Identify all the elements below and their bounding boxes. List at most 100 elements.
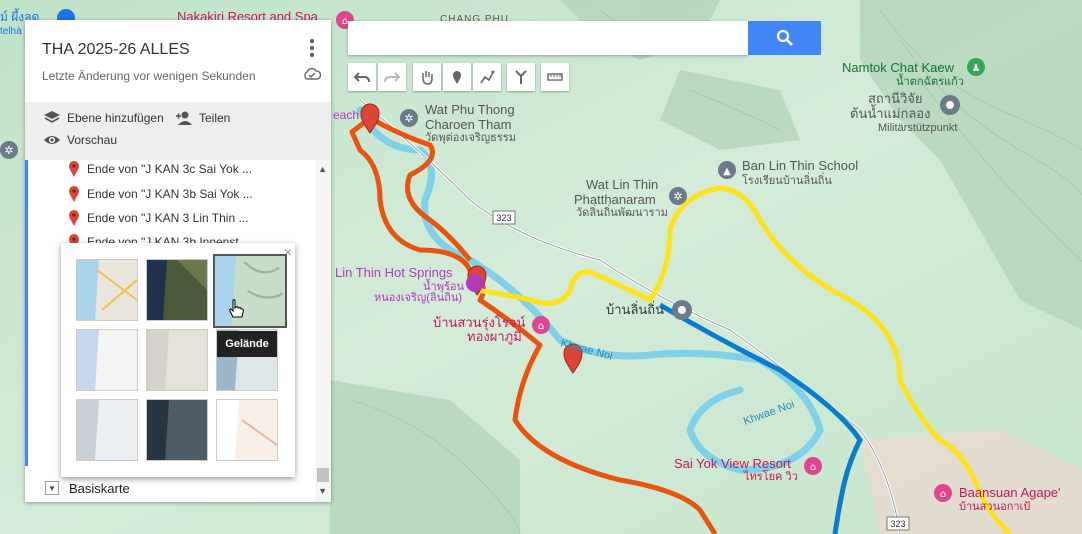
hand-pointer-icon [229, 299, 244, 318]
basemap-option-map[interactable] [76, 259, 138, 321]
redo-button[interactable] [378, 63, 406, 91]
label-sai-yok: Sai Yok View Resort [674, 456, 791, 471]
list-item-label: Ende von "J KAN 3c Sai Yok ... [87, 162, 253, 176]
scroll-down-arrow-icon[interactable]: ▼ [318, 486, 327, 496]
share-label: Teilen [199, 111, 231, 125]
svg-text:✲: ✲ [404, 112, 413, 125]
label-wat-lin-2: Phatthanaram [574, 192, 656, 207]
basemap-option-light-landmass[interactable] [76, 399, 138, 461]
svg-text:323: 323 [890, 519, 905, 529]
list-item-label: Ende von "J KAN 3 Lin Thin ... [87, 211, 249, 225]
svg-text:⌂: ⌂ [810, 462, 816, 473]
svg-text:⌂: ⌂ [940, 489, 946, 500]
pan-tool-button[interactable] [413, 63, 441, 91]
label-baansuan-th: บ้านสวนอกาเป้ [959, 501, 1030, 513]
preview-button[interactable]: Vorschau [43, 132, 117, 148]
list-item[interactable]: Ende von "J KAN 3c Sai Yok ... [69, 158, 252, 180]
label-station-th: สถานีวิจัย [868, 91, 923, 106]
basemap-row[interactable]: ▼ Basiskarte [45, 478, 130, 498]
label-station-de: Militärstützpunkt [878, 122, 957, 134]
panel-scrollbar[interactable] [315, 160, 331, 502]
directions-icon [515, 70, 527, 84]
undo-icon [354, 72, 370, 83]
marker-icon [453, 71, 461, 84]
basemap-picker: × [61, 243, 295, 477]
poi-school-icon[interactable]: ▲ [718, 161, 736, 179]
add-layer-label: Ebene hinzufügen [67, 111, 164, 125]
label-ban-lin-school: Ban Lin Thin School [742, 158, 858, 173]
label-wat-phu-th: วัดพุต่องเจริญธรรม [425, 132, 516, 144]
label-namtok-th: น้ำตกฉัตรแก้ว [896, 73, 964, 88]
basemap-option-mono-city[interactable] [146, 329, 208, 391]
panel-header: THA 2025-26 ALLES Letzte Änderung vor we… [25, 20, 331, 102]
search-icon [776, 29, 793, 46]
basemap-tooltip: Gelände [217, 331, 277, 357]
label-hot-springs-th2: หนองเจริญ(ลิ่นถิ่น) [374, 289, 462, 304]
red-pin-icon [69, 186, 79, 202]
directions-button[interactable] [507, 63, 535, 91]
svg-text:⌂: ⌂ [538, 321, 544, 332]
svg-text:♟: ♟ [972, 63, 981, 74]
search-button[interactable] [748, 21, 821, 55]
scroll-up-arrow-icon[interactable]: ▲ [318, 164, 327, 174]
basemap-option-whitewater[interactable] [216, 399, 278, 461]
layers-icon [44, 111, 60, 123]
poi-park-icon[interactable]: ♟ [967, 58, 985, 76]
hand-icon [422, 71, 433, 85]
person-add-icon [176, 111, 192, 125]
list-item[interactable]: Ende von "J KAN 3 Lin Thin ... [69, 207, 248, 229]
poi-temple-icon[interactable]: ✲ [669, 187, 687, 205]
poi-hotel-icon[interactable]: ⌂ [804, 457, 822, 475]
undo-button[interactable] [348, 63, 376, 91]
add-marker-button[interactable] [443, 63, 471, 91]
collapse-caret-icon[interactable]: ▼ [45, 481, 59, 495]
preview-label: Vorschau [67, 133, 118, 147]
basemap-option-terrain[interactable] [213, 254, 287, 328]
poi-hotel-icon[interactable]: ⌂ [934, 484, 952, 502]
draw-line-icon [480, 70, 495, 84]
label-namtok-en: Namtok Chat Kaew [842, 60, 955, 75]
poi-temple-icon[interactable]: ✲ [0, 141, 18, 159]
red-pin-icon [69, 210, 79, 226]
basemap-label: Basiskarte [69, 480, 130, 496]
cloud-saved-icon [304, 67, 321, 80]
search-input[interactable] [348, 21, 748, 55]
label-hot-springs: Lin Thin Hot Springs [335, 265, 453, 280]
svg-text:✲: ✲ [673, 190, 682, 203]
svg-text:323: 323 [496, 213, 511, 223]
list-item-label: Ende von "J KAN 3b Sai Yok ... [87, 187, 253, 201]
label-hot-springs-th1: น้ำพุร้อน [423, 278, 464, 293]
label-ban-lin-school-th: โรงเรียนบ้านลิ่นถิ่น [742, 172, 832, 187]
label-baansuan: Baansuan Agape' [959, 485, 1061, 500]
poi-place-icon[interactable] [940, 95, 960, 115]
label-beach: each [333, 108, 359, 122]
poi-temple-icon[interactable]: ✲ [400, 109, 418, 127]
last-saved-status: Letzte Änderung vor wenigen Sekunden [42, 69, 256, 83]
scrollbar-thumb[interactable] [317, 468, 329, 482]
share-button[interactable]: Teilen [175, 110, 230, 126]
label-resort-th2: ทองผาภูมิ [467, 329, 522, 345]
label-wat-phu-2: Charoen Tham [425, 117, 511, 132]
label-station-th2: ต้นน้ำแม่กลอง [850, 104, 930, 121]
draw-line-button[interactable] [473, 63, 501, 91]
eye-icon [44, 136, 60, 144]
poi-place-icon[interactable] [672, 300, 692, 320]
label-ban-lin: บ้านลิ่นถิ่น [606, 301, 664, 317]
label-sai-yok-th: ไทรโยค วิว [743, 469, 798, 483]
basemap-option-light-political[interactable] [76, 329, 138, 391]
label-top-left-small: telhà [0, 26, 22, 37]
add-layer-button[interactable]: Ebene hinzufügen [43, 110, 164, 126]
basemap-option-satellite[interactable] [146, 259, 208, 321]
poi-spa-icon[interactable] [466, 274, 484, 292]
redo-icon [384, 72, 400, 83]
svg-text:✲: ✲ [4, 144, 13, 157]
more-vert-icon[interactable] [305, 38, 319, 58]
list-item[interactable]: Ende von "J KAN 3b Sai Yok ... [69, 183, 253, 205]
measure-button[interactable] [541, 63, 569, 91]
label-wat-lin-th: วัดลิ่นถิ่นพัฒนาราม [576, 204, 668, 219]
basemap-option-dark-landmass[interactable] [146, 399, 208, 461]
ruler-icon [547, 73, 563, 81]
map-title[interactable]: THA 2025-26 ALLES [42, 41, 190, 59]
poi-hotel-icon[interactable]: ⌂ [532, 316, 550, 334]
red-pin-icon [69, 161, 79, 177]
